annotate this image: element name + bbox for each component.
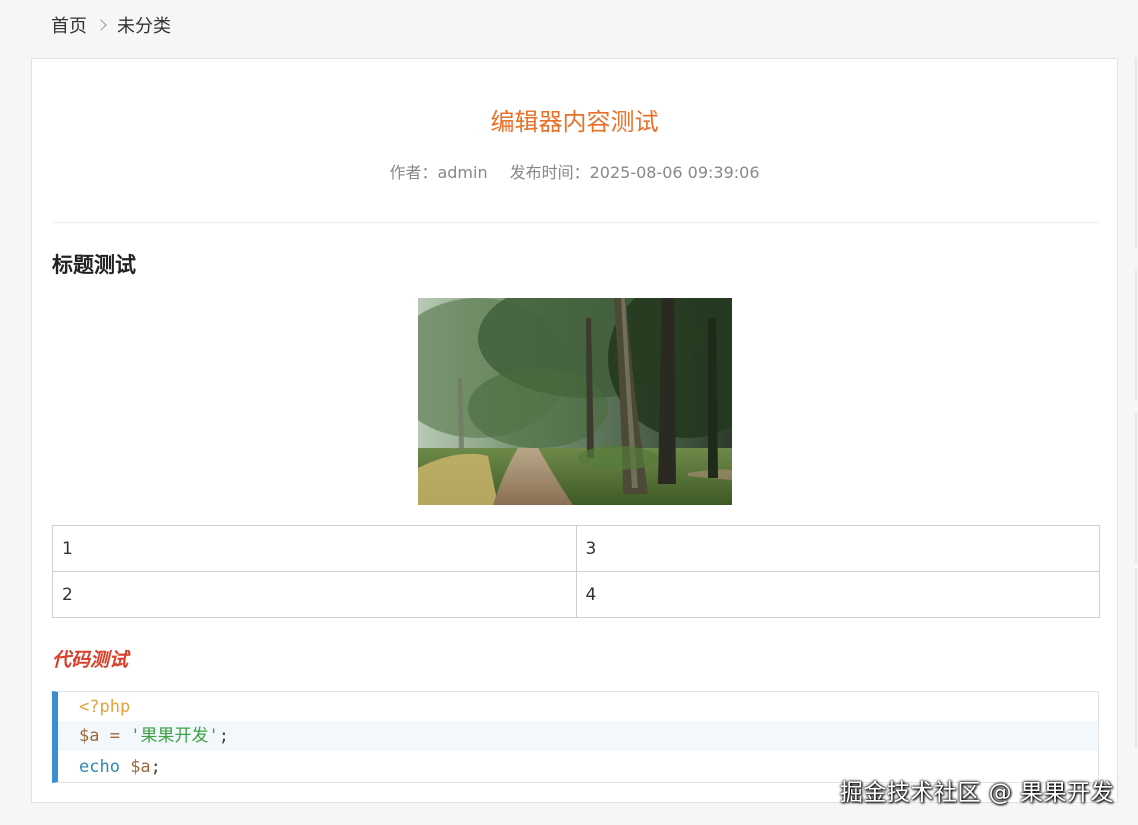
article-card: 编辑器内容测试 作者：admin 发布时间：2025-08-06 09:39:06… <box>31 58 1118 803</box>
chevron-right-icon <box>95 19 107 31</box>
code-token-tag: <?php <box>79 697 131 717</box>
table-cell: 2 <box>52 571 577 618</box>
forest-path-image <box>418 298 732 505</box>
code-line: <?php <box>58 692 130 722</box>
article-title: 编辑器内容测试 <box>490 108 659 136</box>
data-table: 1 3 2 4 <box>52 525 1100 618</box>
publish-time-label: 发布时间： <box>509 163 590 182</box>
code-token-op: = <box>99 726 131 746</box>
table-cell: 1 <box>52 525 577 572</box>
code-token-string: '果果开发' <box>130 726 219 746</box>
code-line-highlighted: $a = '果果开发'; <box>58 721 1098 751</box>
code-token-punc: ; <box>150 757 161 777</box>
breadcrumb-category-link[interactable]: 未分类 <box>117 12 171 38</box>
table-cell: 3 <box>575 525 1100 572</box>
table-row: 2 4 <box>52 571 1100 618</box>
code-token-keyword: echo <box>79 757 120 777</box>
watermark: 掘金技术社区 @ 果果开发 <box>839 780 1114 806</box>
code-line: echo $a; <box>58 752 161 782</box>
content-heading: 标题测试 <box>52 253 136 277</box>
author-label: 作者： <box>389 163 438 182</box>
author-name: admin <box>437 163 488 182</box>
divider <box>52 222 1099 223</box>
sidebar-edge <box>1134 58 1138 803</box>
breadcrumb-home-link[interactable]: 首页 <box>51 12 87 38</box>
breadcrumb: 首页 未分类 <box>51 12 171 38</box>
publish-time: 2025-08-06 09:39:06 <box>589 163 760 182</box>
table-row: 1 3 <box>52 525 1100 572</box>
code-token-var: $a <box>119 757 151 777</box>
table-cell: 4 <box>575 571 1100 618</box>
code-token-punc: ; <box>218 726 229 746</box>
code-heading: 代码测试 <box>52 649 129 671</box>
article-meta: 作者：admin 发布时间：2025-08-06 09:39:06 <box>32 159 1117 183</box>
code-token-var: $a <box>79 726 100 746</box>
code-block[interactable]: <?php $a = '果果开发'; echo $a; <box>52 691 1099 783</box>
